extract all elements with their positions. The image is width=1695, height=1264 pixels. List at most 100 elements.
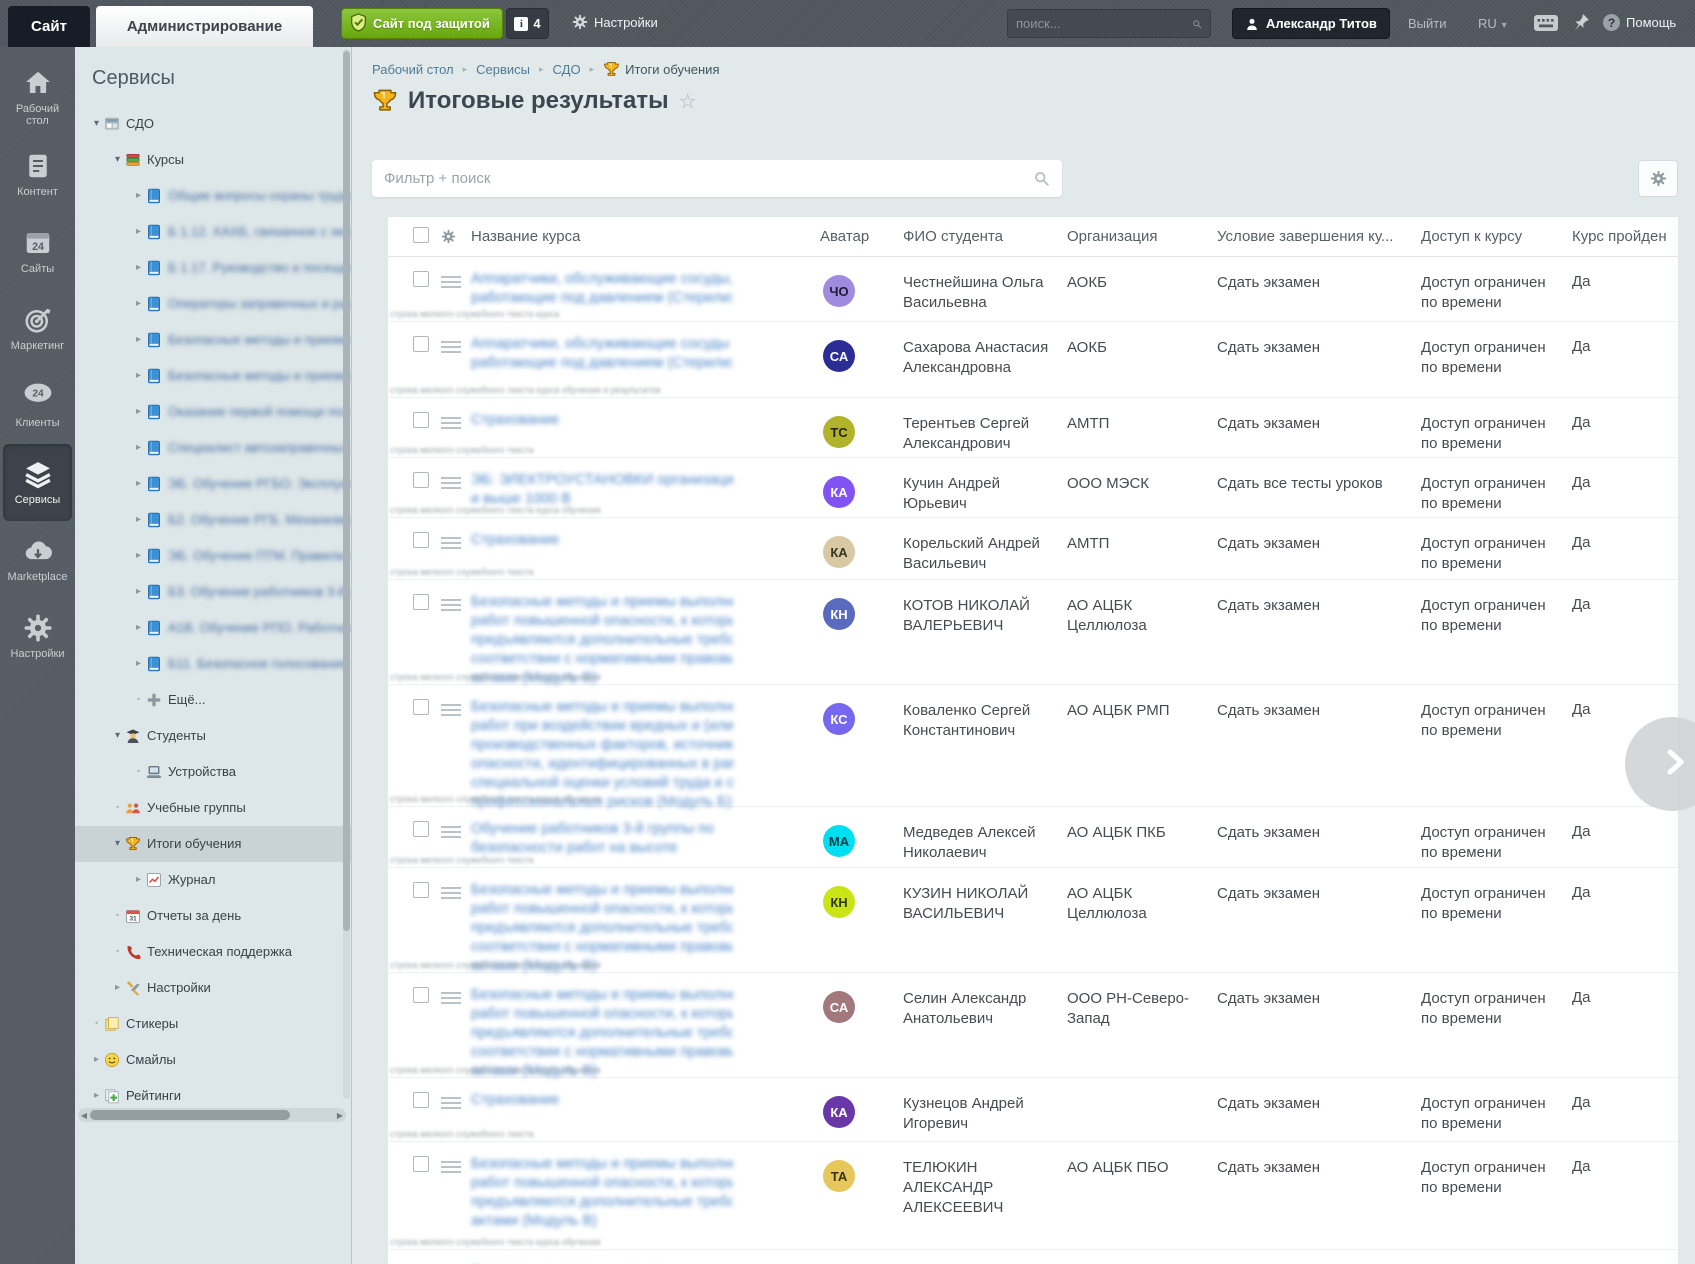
user-menu-button[interactable]: Александр Титов: [1232, 8, 1390, 39]
scrollbar-thumb[interactable]: [90, 1110, 290, 1120]
row-menu-icon[interactable]: [441, 537, 461, 549]
expander-icon[interactable]: ▸: [131, 178, 146, 214]
course-name-cell[interactable]: Безопасные методы и приемы выполненияраб…: [471, 1155, 733, 1249]
rail-item-рабочий-стол[interactable]: Рабочий стол: [3, 59, 72, 136]
avatar[interactable]: СА: [823, 340, 855, 372]
breadcrumb-item[interactable]: Рабочий стол: [372, 62, 454, 77]
search-icon[interactable]: [1192, 16, 1202, 32]
favorite-star-icon[interactable]: ☆: [679, 89, 697, 114]
breadcrumb-item[interactable]: Итоги обучения: [603, 61, 719, 78]
course-name-cell[interactable]: Безопасные методы и приемы выполненияраб…: [471, 881, 733, 972]
row-checkbox[interactable]: [413, 271, 429, 287]
tree-item[interactable]: ▸ Безопасные методы и приемы работ: [75, 358, 351, 394]
row-checkbox[interactable]: [413, 1092, 429, 1108]
avatar[interactable]: КА: [823, 476, 855, 508]
expander-icon[interactable]: ▸: [131, 646, 146, 682]
breadcrumb-item[interactable]: СДО: [553, 62, 581, 77]
rail-item-клиенты[interactable]: 24 Клиенты: [3, 367, 72, 444]
expander-icon[interactable]: ▾: [110, 826, 125, 862]
rail-item-настройки[interactable]: Настройки: [3, 598, 72, 675]
pin-icon[interactable]: [1571, 12, 1591, 34]
row-menu-icon[interactable]: [441, 887, 461, 899]
site-protected-button[interactable]: Сайт под защитой: [341, 8, 503, 39]
expander-icon[interactable]: ▾: [110, 718, 125, 754]
tree-item[interactable]: ▸ Настройки: [75, 970, 351, 1006]
course-name-cell[interactable]: Безопасные методы и приемы выполненияраб…: [471, 986, 733, 1077]
expander-icon[interactable]: ▸: [131, 214, 146, 250]
topbar-search-input[interactable]: [1016, 16, 1192, 31]
tree-item[interactable]: ▸ Б3. Обучение работников 3-й групп: [75, 574, 351, 610]
rail-item-marketplace[interactable]: Marketplace: [3, 521, 72, 598]
avatar[interactable]: ТА: [823, 1160, 855, 1192]
expander-icon[interactable]: ▸: [131, 610, 146, 646]
tree-item[interactable]: ▾ СДО: [75, 106, 351, 142]
row-checkbox[interactable]: [413, 1156, 429, 1172]
avatar[interactable]: СА: [823, 991, 855, 1023]
course-name-cell[interactable]: Безопасные методы и приемы выполненияраб…: [471, 593, 733, 684]
help-button[interactable]: ? Помощь: [1603, 14, 1676, 31]
avatar[interactable]: ЧО: [823, 275, 855, 307]
col-header-course[interactable]: Название курса: [471, 217, 733, 256]
row-checkbox[interactable]: [413, 987, 429, 1003]
row-checkbox[interactable]: [413, 882, 429, 898]
tree-item[interactable]: ▪ Ещё...: [75, 682, 351, 718]
col-header-org[interactable]: Организация: [1067, 217, 1217, 256]
rail-item-маркетинг[interactable]: Маркетинг: [3, 290, 72, 367]
tree-item[interactable]: ▪ Техническая поддержка: [75, 934, 351, 970]
rail-item-сайты[interactable]: 24 Сайты: [3, 213, 72, 290]
expander-icon[interactable]: ▸: [131, 250, 146, 286]
expander-icon[interactable]: ▸: [131, 862, 146, 898]
expander-icon[interactable]: ▸: [89, 1042, 104, 1078]
tree-item[interactable]: ▸ Специалист автозаправочных стан: [75, 430, 351, 466]
column-settings-icon[interactable]: [441, 217, 461, 256]
rail-item-контент[interactable]: Контент: [3, 136, 72, 213]
row-menu-icon[interactable]: [441, 599, 461, 611]
row-checkbox[interactable]: [413, 336, 429, 352]
select-all-checkbox[interactable]: [413, 227, 429, 243]
expander-icon[interactable]: ▸: [131, 358, 146, 394]
tree-item[interactable]: ▸ Б 1.12. ХАХБ, связанное с экспл. сосуд: [75, 214, 351, 250]
row-menu-icon[interactable]: [441, 341, 461, 353]
expander-icon[interactable]: ▸: [131, 538, 146, 574]
tree-item[interactable]: ▾ Итоги обучения: [75, 826, 351, 862]
row-menu-icon[interactable]: [441, 826, 461, 838]
scroll-right-arrow[interactable]: ▶: [334, 1111, 346, 1120]
expander-icon[interactable]: ▪: [110, 898, 125, 934]
tab-site[interactable]: Сайт: [8, 6, 90, 47]
tree-item[interactable]: ▸ Оказание первой помощи пострад: [75, 394, 351, 430]
avatar[interactable]: КН: [823, 598, 855, 630]
notifications-badge[interactable]: i 4: [506, 8, 549, 39]
row-checkbox[interactable]: [413, 594, 429, 610]
tree-item[interactable]: ▸ Журнал: [75, 862, 351, 898]
course-name-cell[interactable]: Безопасные методы и приемы выполненияраб…: [471, 698, 733, 806]
expander-icon[interactable]: ▸: [131, 466, 146, 502]
tree-item[interactable]: ▸ А1В. Обучение РПО. Работники орг: [75, 610, 351, 646]
rail-item-сервисы[interactable]: Сервисы: [3, 444, 72, 521]
tree-item[interactable]: ▪ Устройства: [75, 754, 351, 790]
expander-icon[interactable]: ▪: [110, 790, 125, 826]
row-checkbox[interactable]: [413, 532, 429, 548]
row-checkbox[interactable]: [413, 472, 429, 488]
tree-item[interactable]: ▸ Б2. Обучение РГБ. Механизмы и пр: [75, 502, 351, 538]
col-header-passed[interactable]: Курс пройден: [1572, 217, 1678, 256]
expander-icon[interactable]: ▸: [131, 286, 146, 322]
tree-item[interactable]: ▸ Смайлы: [75, 1042, 351, 1078]
breadcrumb-item[interactable]: Сервисы: [476, 62, 530, 77]
tree-vertical-scrollbar[interactable]: [343, 49, 350, 1099]
expander-icon[interactable]: ▪: [131, 754, 146, 790]
tree-horizontal-scrollbar[interactable]: ◀ ▶: [78, 1108, 346, 1122]
keyboard-icon[interactable]: [1533, 13, 1559, 33]
row-menu-icon[interactable]: [441, 276, 461, 288]
expander-icon[interactable]: ▾: [89, 106, 104, 142]
tree-item[interactable]: ▪ 31 Отчеты за день: [75, 898, 351, 934]
row-menu-icon[interactable]: [441, 477, 461, 489]
avatar[interactable]: КА: [823, 1096, 855, 1128]
tree-item[interactable]: ▸ ЭБ. Обучение ПТМ. Правила по охр: [75, 538, 351, 574]
col-header-avatar[interactable]: Аватар: [733, 217, 903, 256]
col-header-student[interactable]: ФИО студента: [903, 217, 1067, 256]
tree-item[interactable]: ▸ Б11. Безопасное голосование раб: [75, 646, 351, 682]
expander-icon[interactable]: ▸: [131, 322, 146, 358]
tree-item[interactable]: ▪ Учебные группы: [75, 790, 351, 826]
expander-icon[interactable]: ▪: [89, 1006, 104, 1042]
language-selector[interactable]: RU▼: [1478, 16, 1509, 31]
